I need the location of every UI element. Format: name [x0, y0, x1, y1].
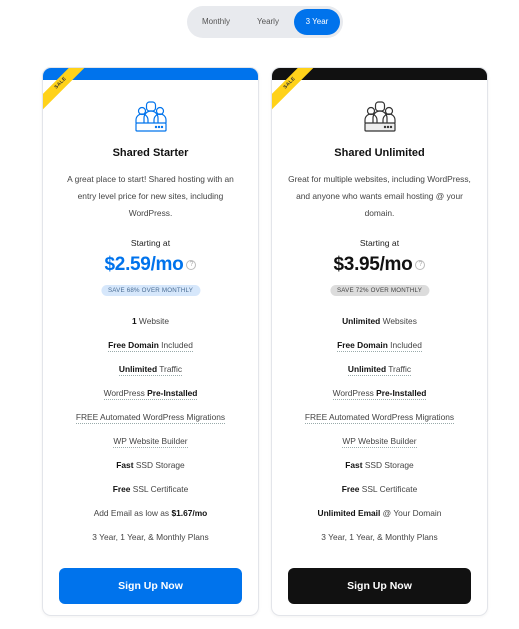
feature-text: WordPress Pre-Installed — [103, 388, 198, 400]
sign-up-button[interactable]: Sign Up Now — [288, 568, 471, 604]
toggle-3-year[interactable]: 3 Year — [294, 9, 340, 35]
feature-text: 1 Website — [132, 316, 169, 326]
feature-text: Free SSL Certificate — [113, 484, 189, 494]
feature-text-bold: Unlimited — [342, 316, 381, 326]
feature-text-plain: Traffic — [157, 364, 183, 374]
plan-name: Shared Unlimited — [334, 147, 425, 159]
feature-text-plain: Traffic — [386, 364, 412, 374]
price-row: $2.59/mo? — [43, 254, 258, 276]
feature-item: Free SSL Certificate — [272, 477, 487, 501]
feature-item[interactable]: WP Website Builder — [43, 429, 258, 453]
plan-name: Shared Starter — [112, 147, 189, 159]
plan-card-shared-unlimited: SALE Shared Unlimited Great for multiple… — [271, 67, 488, 616]
feature-text-plain: SSD Storage — [133, 460, 185, 470]
feature-text-bold: Free — [112, 484, 131, 494]
feature-text-plain: 3 Year, 1 Year, & Monthly Plans — [321, 532, 438, 542]
feature-text-plain: Websites — [380, 316, 417, 326]
feature-text-plain: FREE Automated WordPress Migrations — [304, 412, 455, 422]
feature-text: FREE Automated WordPress Migrations — [304, 412, 455, 424]
toggle-yearly[interactable]: Yearly — [242, 9, 294, 35]
feature-list: Unlimited Websites Free Domain Included Un… — [272, 309, 487, 549]
feature-item: 3 Year, 1 Year, & Monthly Plans — [272, 525, 487, 549]
save-badge: SAVE 72% OVER MONTHLY — [329, 285, 430, 296]
feature-text-bold: Unlimited Email — [317, 508, 381, 518]
feature-text: 3 Year, 1 Year, & Monthly Plans — [321, 532, 437, 542]
feature-item[interactable]: WordPress Pre-Installed — [43, 381, 258, 405]
feature-text: Unlimited Websites — [342, 316, 417, 326]
help-icon[interactable]: ? — [186, 260, 197, 270]
feature-text-bold: Free Domain — [337, 340, 388, 350]
feature-item[interactable]: WordPress Pre-Installed — [272, 381, 487, 405]
plan-price: $3.95/mo — [333, 254, 413, 275]
feature-item: 3 Year, 1 Year, & Monthly Plans — [43, 525, 258, 549]
feature-item: Free SSL Certificate — [43, 477, 258, 501]
feature-item: Fast SSD Storage — [43, 453, 258, 477]
toggle-monthly[interactable]: Monthly — [190, 9, 242, 35]
feature-text-bold: Fast — [345, 460, 363, 470]
feature-item: Add Email as low as $1.67/mo — [43, 501, 258, 525]
feature-text-bold: Unlimited — [347, 364, 387, 374]
starting-at-label: Starting at — [359, 238, 400, 248]
feature-text: Fast SSD Storage — [116, 460, 184, 470]
feature-item[interactable]: WP Website Builder — [272, 429, 487, 453]
plan-price: $2.59/mo — [104, 254, 184, 275]
feature-text-plain: SSL Certificate — [359, 484, 418, 494]
feature-text-bold: Free — [341, 484, 360, 494]
feature-item: 1 Website — [43, 309, 258, 333]
feature-item: Unlimited Email @ Your Domain — [272, 501, 487, 525]
feature-text-plain: WP Website Builder — [113, 436, 188, 446]
feature-text-bold: Free Domain — [108, 340, 159, 350]
feature-text-plain: Included — [387, 340, 422, 350]
feature-text: Fast SSD Storage — [345, 460, 413, 470]
feature-text-plain: Included — [158, 340, 193, 350]
feature-text: WordPress Pre-Installed — [332, 388, 427, 400]
feature-text-plain: WP Website Builder — [342, 436, 417, 446]
feature-list: 1 Website Free Domain Included Unlimited T… — [43, 309, 258, 549]
feature-text: WP Website Builder — [342, 436, 417, 448]
plan-card-shared-starter: SALE Shared Starter A great place to sta… — [42, 67, 259, 616]
feature-item[interactable]: Free Domain Included — [272, 333, 487, 357]
feature-text: Unlimited Traffic — [118, 364, 183, 376]
users-server-icon — [134, 101, 167, 132]
feature-text-plain: 3 Year, 1 Year, & Monthly Plans — [92, 532, 209, 542]
sign-up-button[interactable]: Sign Up Now — [59, 568, 242, 604]
feature-text-plain: SSD Storage — [362, 460, 414, 470]
feature-text: FREE Automated WordPress Migrations — [75, 412, 226, 424]
feature-item[interactable]: Unlimited Traffic — [43, 357, 258, 381]
price-row: $3.95/mo? — [272, 254, 487, 276]
feature-text: Unlimited Traffic — [347, 364, 412, 376]
feature-item[interactable]: Free Domain Included — [43, 333, 258, 357]
feature-text: Free Domain Included — [337, 340, 422, 352]
feature-text-bold: Pre-Installed — [147, 388, 198, 398]
feature-text: Add Email as low as $1.67/mo — [94, 508, 208, 518]
billing-period-toggle: Monthly Yearly 3 Year — [187, 6, 343, 38]
feature-text: Free SSL Certificate — [342, 484, 418, 494]
feature-text-plain: Website — [136, 316, 170, 326]
feature-text-plain: SSL Certificate — [130, 484, 189, 494]
help-icon[interactable]: ? — [415, 260, 426, 270]
starting-at-label: Starting at — [130, 238, 171, 248]
feature-item[interactable]: FREE Automated WordPress Migrations — [272, 405, 487, 429]
save-badge: SAVE 68% OVER MONTHLY — [100, 285, 201, 296]
feature-text-plain: @ Your Domain — [380, 508, 442, 518]
feature-text-bold: Unlimited — [118, 364, 158, 374]
feature-text-bold: $1.67/mo — [171, 508, 208, 518]
feature-text-plain: WordPress — [103, 388, 148, 398]
feature-text-bold: Fast — [116, 460, 134, 470]
feature-text-plain: Add Email as low as — [93, 508, 172, 518]
feature-text-bold: Pre-Installed — [376, 388, 427, 398]
feature-item: Unlimited Websites — [272, 309, 487, 333]
feature-text: Unlimited Email @ Your Domain — [318, 508, 442, 518]
feature-text: 3 Year, 1 Year, & Monthly Plans — [92, 532, 208, 542]
feature-text: Free Domain Included — [108, 340, 193, 352]
feature-text-plain: FREE Automated WordPress Migrations — [75, 412, 226, 422]
plan-description: A great place to start! Shared hosting w… — [67, 174, 234, 218]
feature-text: WP Website Builder — [113, 436, 188, 448]
feature-item: Fast SSD Storage — [272, 453, 487, 477]
feature-item[interactable]: FREE Automated WordPress Migrations — [43, 405, 258, 429]
plan-description: Great for multiple websites, including W… — [288, 174, 471, 218]
feature-item[interactable]: Unlimited Traffic — [272, 357, 487, 381]
feature-text-plain: WordPress — [332, 388, 377, 398]
users-server-icon — [363, 101, 396, 132]
